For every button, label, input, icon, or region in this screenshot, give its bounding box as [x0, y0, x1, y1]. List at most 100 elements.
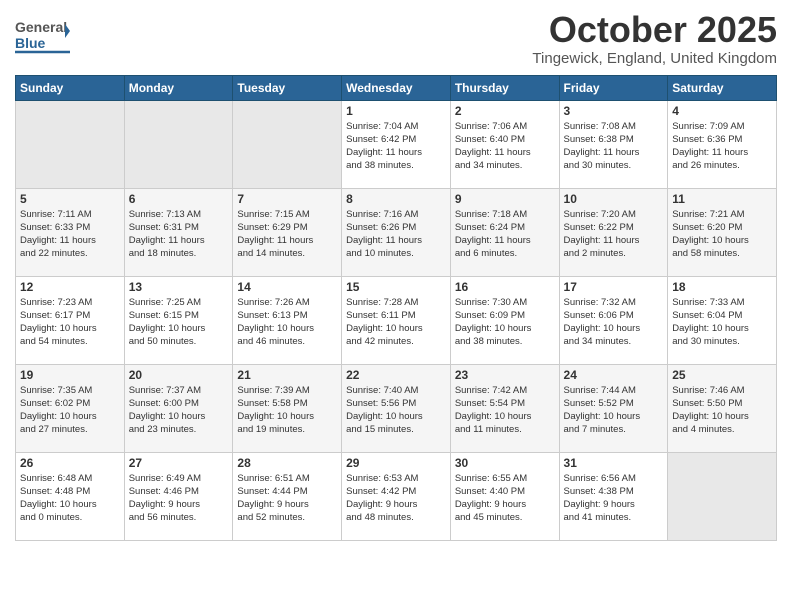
calendar-week-4: 26Sunrise: 6:48 AMSunset: 4:48 PMDayligh…: [16, 452, 777, 540]
logo-icon: General Blue: [15, 14, 70, 58]
calendar-cell: 24Sunrise: 7:44 AMSunset: 5:52 PMDayligh…: [559, 364, 668, 452]
calendar-cell: 23 Sunrise: 7:42 AMSunset: 5:54 PMDayligh…: [450, 364, 559, 452]
day-info: Sunrise: 7:09 AMSunset: 6:36 PMDaylight:…: [672, 120, 772, 173]
day-number: 10: [564, 192, 664, 206]
day-info: Sunrise: 7:06 AMSunset: 6:40 PMDaylight:…: [455, 120, 555, 173]
logo-svg: General Blue: [15, 14, 70, 58]
calendar-cell: 26Sunrise: 6:48 AMSunset: 4:48 PMDayligh…: [16, 452, 125, 540]
day-info: Sunrise: 7:35 AMSunset: 6:02 PMDaylight:…: [20, 384, 120, 437]
day-info: Sunrise: 7:33 AMSunset: 6:04 PMDaylight:…: [672, 296, 772, 349]
day-info: Sunrise: 6:53 AMSunset: 4:42 PMDaylight:…: [346, 472, 446, 525]
day-number: 7: [237, 192, 337, 206]
day-info: Sunrise: 7:04 AMSunset: 6:42 PMDaylight:…: [346, 120, 446, 173]
day-info: Sunrise: 7:28 AMSunset: 6:11 PMDaylight:…: [346, 296, 446, 349]
svg-text:Blue: Blue: [15, 35, 46, 51]
calendar-header: SundayMondayTuesdayWednesdayThursdayFrid…: [16, 75, 777, 100]
day-number: 3: [564, 104, 664, 118]
calendar-cell: 10 Sunrise: 7:20 AMSunset: 6:22 PMDayligh…: [559, 188, 668, 276]
day-info: Sunrise: 7:11 AMSunset: 6:33 PMDaylight:…: [20, 208, 120, 261]
calendar-cell: 21Sunrise: 7:39 AMSunset: 5:58 PMDayligh…: [233, 364, 342, 452]
day-info: Sunrise: 6:55 AMSunset: 4:40 PMDaylight:…: [455, 472, 555, 525]
calendar-cell: 31Sunrise: 6:56 AMSunset: 4:38 PMDayligh…: [559, 452, 668, 540]
calendar-cell: 3 Sunrise: 7:08 AMSunset: 6:38 PMDaylight…: [559, 100, 668, 188]
day-number: 19: [20, 368, 120, 382]
calendar-body: 1 Sunrise: 7:04 AMSunset: 6:42 PMDaylight…: [16, 100, 777, 540]
calendar-cell: 17 Sunrise: 7:32 AMSunset: 6:06 PMDayligh…: [559, 276, 668, 364]
day-info: Sunrise: 7:08 AMSunset: 6:38 PMDaylight:…: [564, 120, 664, 173]
calendar-cell: 13Sunrise: 7:25 AMSunset: 6:15 PMDayligh…: [124, 276, 233, 364]
day-info: Sunrise: 7:20 AMSunset: 6:22 PMDaylight:…: [564, 208, 664, 261]
day-info: Sunrise: 7:42 AMSunset: 5:54 PMDaylight:…: [455, 384, 555, 437]
day-number: 11: [672, 192, 772, 206]
day-info: Sunrise: 7:40 AMSunset: 5:56 PMDaylight:…: [346, 384, 446, 437]
calendar-cell: 14Sunrise: 7:26 AMSunset: 6:13 PMDayligh…: [233, 276, 342, 364]
day-number: 18: [672, 280, 772, 294]
page-header: General Blue October 2025 Tingewick, Eng…: [15, 10, 777, 67]
calendar-cell: 22 Sunrise: 7:40 AMSunset: 5:56 PMDayligh…: [342, 364, 451, 452]
day-number: 28: [237, 456, 337, 470]
location: Tingewick, England, United Kingdom: [532, 50, 777, 67]
day-info: Sunrise: 7:16 AMSunset: 6:26 PMDaylight:…: [346, 208, 446, 261]
title-block: October 2025 Tingewick, England, United …: [532, 10, 777, 67]
weekday-header-sunday: Sunday: [16, 75, 125, 100]
calendar-cell: 9 Sunrise: 7:18 AMSunset: 6:24 PMDaylight…: [450, 188, 559, 276]
weekday-header-tuesday: Tuesday: [233, 75, 342, 100]
day-number: 27: [129, 456, 229, 470]
day-number: 31: [564, 456, 664, 470]
month-title: October 2025: [532, 10, 777, 50]
day-number: 17: [564, 280, 664, 294]
day-number: 26: [20, 456, 120, 470]
day-number: 21: [237, 368, 337, 382]
day-number: 20: [129, 368, 229, 382]
calendar-cell: [233, 100, 342, 188]
calendar-week-1: 5 Sunrise: 7:11 AMSunset: 6:33 PMDaylight…: [16, 188, 777, 276]
day-number: 1: [346, 104, 446, 118]
day-info: Sunrise: 7:26 AMSunset: 6:13 PMDaylight:…: [237, 296, 337, 349]
day-number: 9: [455, 192, 555, 206]
day-info: Sunrise: 7:46 AMSunset: 5:50 PMDaylight:…: [672, 384, 772, 437]
day-info: Sunrise: 7:37 AMSunset: 6:00 PMDaylight:…: [129, 384, 229, 437]
day-info: Sunrise: 7:30 AMSunset: 6:09 PMDaylight:…: [455, 296, 555, 349]
day-number: 13: [129, 280, 229, 294]
weekday-header-wednesday: Wednesday: [342, 75, 451, 100]
day-info: Sunrise: 7:32 AMSunset: 6:06 PMDaylight:…: [564, 296, 664, 349]
day-info: Sunrise: 7:13 AMSunset: 6:31 PMDaylight:…: [129, 208, 229, 261]
day-number: 6: [129, 192, 229, 206]
calendar-cell: 20 Sunrise: 7:37 AMSunset: 6:00 PMDayligh…: [124, 364, 233, 452]
calendar-cell: 18 Sunrise: 7:33 AMSunset: 6:04 PMDayligh…: [668, 276, 777, 364]
calendar-cell: 16 Sunrise: 7:30 AMSunset: 6:09 PMDayligh…: [450, 276, 559, 364]
day-info: Sunrise: 7:18 AMSunset: 6:24 PMDaylight:…: [455, 208, 555, 261]
calendar-cell: 30Sunrise: 6:55 AMSunset: 4:40 PMDayligh…: [450, 452, 559, 540]
calendar-week-3: 19 Sunrise: 7:35 AMSunset: 6:02 PMDayligh…: [16, 364, 777, 452]
calendar-cell: 25Sunrise: 7:46 AMSunset: 5:50 PMDayligh…: [668, 364, 777, 452]
day-number: 23: [455, 368, 555, 382]
weekday-header-thursday: Thursday: [450, 75, 559, 100]
weekday-header-saturday: Saturday: [668, 75, 777, 100]
calendar-cell: 11Sunrise: 7:21 AMSunset: 6:20 PMDayligh…: [668, 188, 777, 276]
day-number: 8: [346, 192, 446, 206]
calendar-cell: 7Sunrise: 7:15 AMSunset: 6:29 PMDaylight…: [233, 188, 342, 276]
calendar-cell: 6 Sunrise: 7:13 AMSunset: 6:31 PMDaylight…: [124, 188, 233, 276]
logo: General Blue: [15, 14, 70, 58]
calendar-cell: [16, 100, 125, 188]
day-number: 12: [20, 280, 120, 294]
day-number: 29: [346, 456, 446, 470]
day-number: 22: [346, 368, 446, 382]
day-info: Sunrise: 7:44 AMSunset: 5:52 PMDaylight:…: [564, 384, 664, 437]
weekday-header-monday: Monday: [124, 75, 233, 100]
day-number: 15: [346, 280, 446, 294]
day-info: Sunrise: 7:23 AMSunset: 6:17 PMDaylight:…: [20, 296, 120, 349]
calendar-table: SundayMondayTuesdayWednesdayThursdayFrid…: [15, 75, 777, 541]
day-number: 5: [20, 192, 120, 206]
day-number: 16: [455, 280, 555, 294]
calendar-week-2: 12 Sunrise: 7:23 AMSunset: 6:17 PMDayligh…: [16, 276, 777, 364]
calendar-cell: 4Sunrise: 7:09 AMSunset: 6:36 PMDaylight…: [668, 100, 777, 188]
day-number: 2: [455, 104, 555, 118]
calendar-cell: 5 Sunrise: 7:11 AMSunset: 6:33 PMDaylight…: [16, 188, 125, 276]
svg-text:General: General: [15, 19, 67, 35]
day-info: Sunrise: 6:51 AMSunset: 4:44 PMDaylight:…: [237, 472, 337, 525]
calendar-cell: [124, 100, 233, 188]
calendar-cell: 1 Sunrise: 7:04 AMSunset: 6:42 PMDaylight…: [342, 100, 451, 188]
day-info: Sunrise: 6:49 AMSunset: 4:46 PMDaylight:…: [129, 472, 229, 525]
calendar-cell: 12 Sunrise: 7:23 AMSunset: 6:17 PMDayligh…: [16, 276, 125, 364]
